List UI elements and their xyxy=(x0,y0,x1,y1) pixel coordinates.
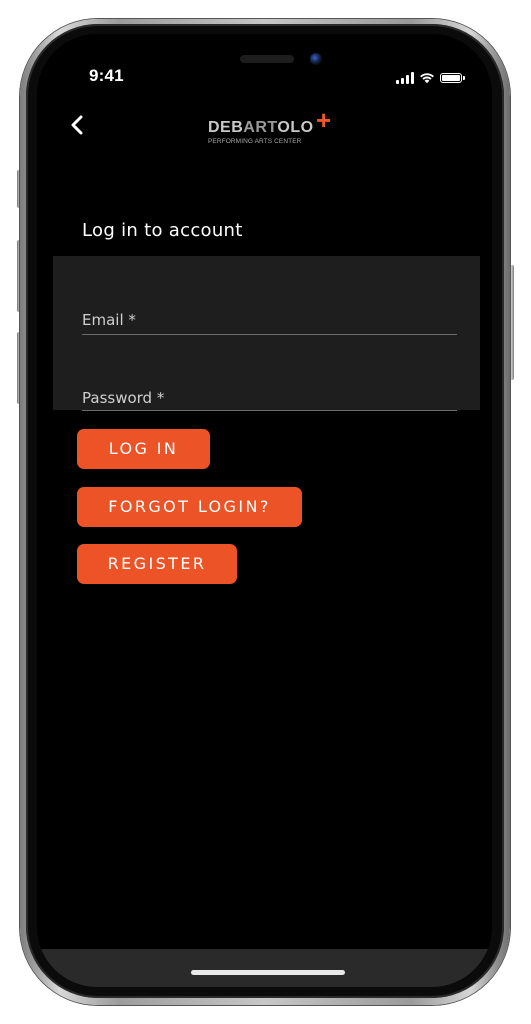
logo-wordmark: DEBARTOLO xyxy=(208,119,314,136)
home-indicator[interactable] xyxy=(191,970,345,975)
status-time: 9:41 xyxy=(89,66,124,85)
chevron-left-icon[interactable] xyxy=(67,113,89,137)
cellular-signal-icon xyxy=(396,72,414,84)
email-input[interactable] xyxy=(82,311,457,329)
app-screen: 9:41 DEBARTOLO + PERFORMING ARTS CENTER … xyxy=(37,34,492,987)
logo-subtitle: PERFORMING ARTS CENTER xyxy=(208,138,302,145)
login-button[interactable]: LOG IN xyxy=(77,429,210,469)
logo-plus-mark: + xyxy=(316,105,332,135)
password-underline xyxy=(82,410,457,411)
debartolo-logo: DEBARTOLO + PERFORMING ARTS CENTER xyxy=(208,107,338,151)
device-mockup: 9:41 DEBARTOLO + PERFORMING ARTS CENTER … xyxy=(0,0,531,1024)
front-camera xyxy=(310,53,322,65)
password-field xyxy=(82,372,457,412)
page-title: Log in to account xyxy=(82,220,243,241)
earpiece-speaker xyxy=(240,55,294,63)
password-input[interactable] xyxy=(82,389,457,407)
wifi-icon xyxy=(420,73,434,84)
status-icons xyxy=(396,68,465,84)
bottom-bar xyxy=(37,949,492,987)
register-button[interactable]: REGISTER xyxy=(77,544,237,584)
forgot-login-button[interactable]: FORGOT LOGIN? xyxy=(77,487,302,527)
login-form-panel xyxy=(53,256,480,410)
battery-icon xyxy=(440,73,465,83)
email-field xyxy=(82,294,457,335)
